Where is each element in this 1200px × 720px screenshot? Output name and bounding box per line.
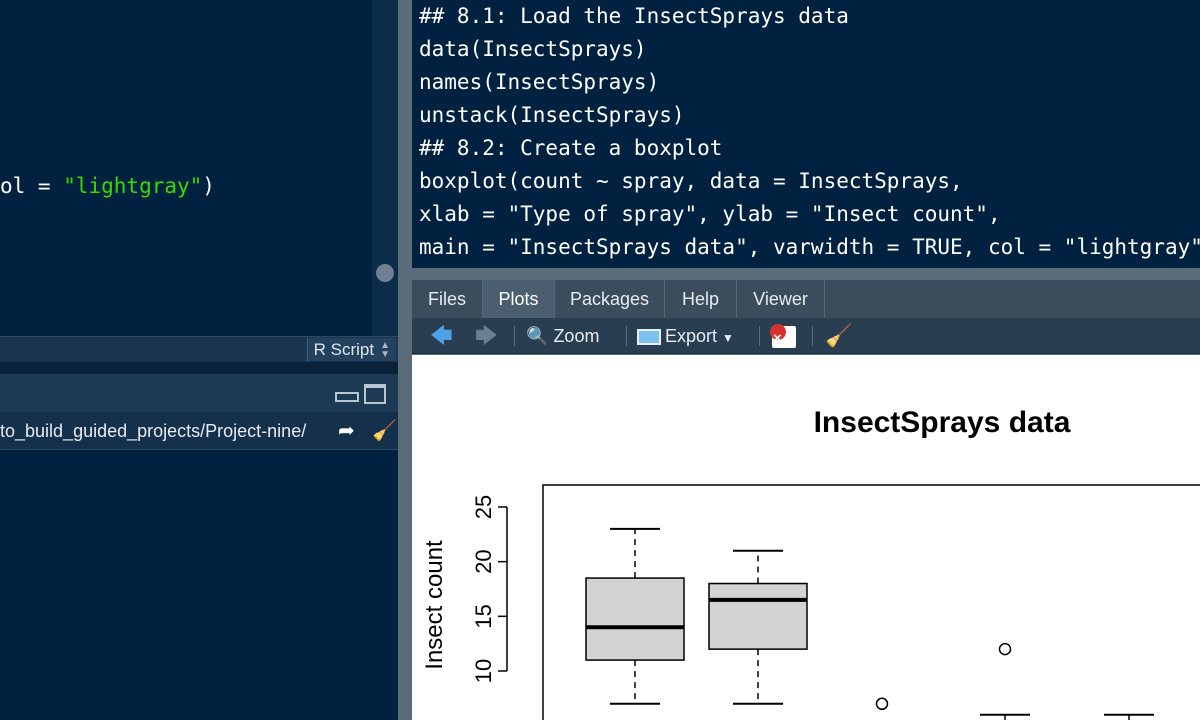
code-line: main = "InsectSprays data", varwidth = T… [419,235,1200,259]
updown-icon: ▲ ▼ [380,339,390,360]
clear-console-icon[interactable]: 🧹 [372,412,397,449]
tab-viewer[interactable]: Viewer [737,280,825,318]
plot-viewer[interactable]: InsectSprays data Insect count 10 15 20 25 [412,355,1200,720]
box-group [585,527,1154,720]
boxplot-chart: InsectSprays data Insect count 10 15 20 25 [421,406,1200,720]
toolbar-separator [812,326,813,346]
console-header [0,374,398,412]
vertical-splitter[interactable] [398,0,412,720]
tab-help[interactable]: Help [665,280,737,318]
remove-plot-icon [770,321,796,357]
console-working-directory: to_build_guided_projects/Project-nine/ ➦… [0,412,398,450]
go-to-directory-icon[interactable]: ➦ [338,412,355,449]
y-axis: 10 15 20 25 [471,495,508,683]
arrow-right-icon[interactable]: 🡆 [475,318,498,354]
y-tick-label: 25 [471,495,496,519]
maximize-icon[interactable] [364,384,386,404]
pane-splitter[interactable] [0,362,398,374]
export-icon [637,329,661,346]
outlier-point [998,642,1012,656]
export-label: Export [665,326,718,346]
zoom-label: Zoom [553,326,600,346]
tab-files[interactable]: Files [412,280,483,318]
export-button[interactable]: Export ▼ [637,318,734,354]
editor-code-string: "lightgray" [63,174,203,198]
file-type-label: R Script [313,340,375,359]
file-type-dropdown[interactable]: R Script ▲ ▼ [306,338,396,361]
editor-status-bar: R Script ▲ ▼ [0,336,398,362]
y-tick-label: 15 [471,604,496,628]
editor-scrollbar[interactable] [372,0,398,336]
outlier-point [875,697,889,711]
pane-splitter[interactable] [412,268,1200,280]
code-line: xlab = "Type of spray", ylab = "Insect c… [419,202,1001,226]
toolbar-separator [626,326,627,346]
toolbar-separator [514,326,515,346]
remove-plot-button[interactable] [770,318,796,357]
files-plots-tabs: Files Plots Packages Help Viewer [412,280,1200,318]
tab-plots[interactable]: Plots [483,280,555,318]
y-tick-label: 20 [471,549,496,573]
editor-code-line[interactable]: ol = "lightgray") [0,172,215,200]
plots-toolbar: 🡄 🡆 🔍 Zoom Export ▼ 🧹 [412,318,1200,357]
code-line: boxplot(count ~ spray, data = InsectSpra… [419,169,963,193]
magnifier-icon: 🔍 [526,326,549,346]
chart-title: InsectSprays data [814,406,1071,439]
tab-packages[interactable]: Packages [555,280,665,318]
y-tick-label: 10 [471,659,496,683]
source-editor[interactable]: ol = "lightgray") [0,0,398,336]
broom-icon[interactable]: 🧹 [825,318,852,354]
minimize-icon[interactable] [334,384,359,404]
toolbar-separator [759,326,760,346]
y-axis-label: Insect count [421,540,448,670]
code-line: data(InsectSprays) [419,37,647,61]
code-view[interactable]: ## 8.1: Load the InsectSprays data data(… [412,0,1200,268]
arrow-left-icon[interactable]: 🡄 [430,318,453,354]
box [708,582,808,650]
chevron-down-icon: ▼ [722,331,734,345]
box [585,577,685,661]
zoom-button[interactable]: 🔍 Zoom [526,318,599,354]
editor-scroll-thumb[interactable] [376,264,394,282]
console-pane[interactable]: to_build_guided_projects/Project-nine/ ➦… [0,374,398,720]
code-line: ## 8.1: Load the InsectSprays data [419,4,849,28]
code-line: ## 8.2: Create a boxplot [419,136,723,160]
working-dir-path: to_build_guided_projects/Project-nine/ [0,421,307,441]
code-line: unstack(InsectSprays) [419,103,685,127]
code-line: names(InsectSprays) [419,70,660,94]
